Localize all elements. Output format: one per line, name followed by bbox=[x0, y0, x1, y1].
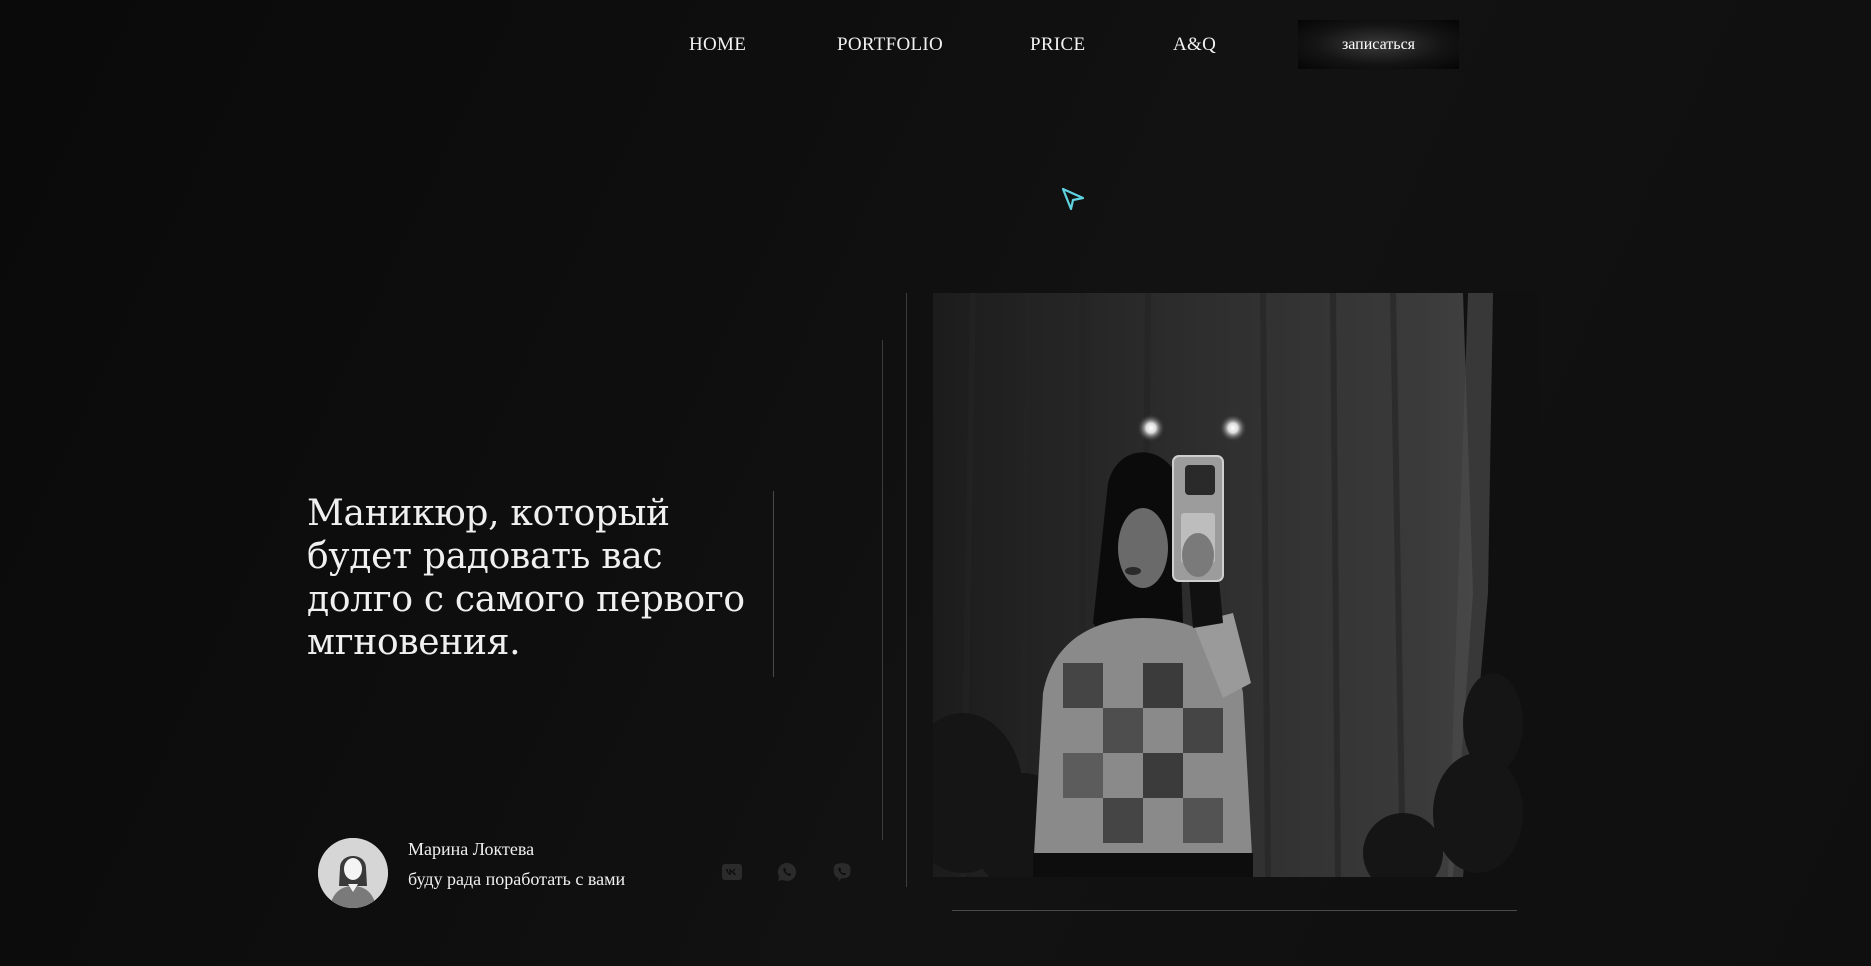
horizontal-divider bbox=[952, 910, 1517, 911]
nav-home-link[interactable]: HOME bbox=[689, 20, 746, 70]
top-navigation: HOME PORTFOLIO PRICE A&Q записаться bbox=[0, 20, 1871, 70]
whatsapp-icon[interactable] bbox=[776, 861, 798, 883]
person-avatar-icon bbox=[318, 838, 388, 908]
hero-photo bbox=[933, 293, 1538, 877]
book-appointment-button[interactable]: записаться bbox=[1298, 20, 1459, 69]
nav-portfolio-link[interactable]: PORTFOLIO bbox=[837, 20, 943, 70]
nav-aq-link[interactable]: A&Q bbox=[1173, 20, 1216, 70]
avatar bbox=[318, 838, 388, 908]
viber-icon[interactable] bbox=[831, 861, 853, 883]
mirror-selfie-image bbox=[933, 293, 1538, 877]
profile-name: Марина Локтева bbox=[408, 839, 535, 859]
nav-price-link[interactable]: PRICE bbox=[1030, 20, 1085, 70]
vertical-divider bbox=[906, 293, 907, 887]
cursor-arrow-icon bbox=[1061, 187, 1085, 211]
hero-headline: Маникюр, который будет радовать вас долг… bbox=[307, 493, 745, 663]
vertical-divider bbox=[882, 340, 883, 840]
profile-tagline: буду рада поработать с вами bbox=[408, 869, 626, 889]
vk-icon[interactable] bbox=[721, 861, 743, 883]
